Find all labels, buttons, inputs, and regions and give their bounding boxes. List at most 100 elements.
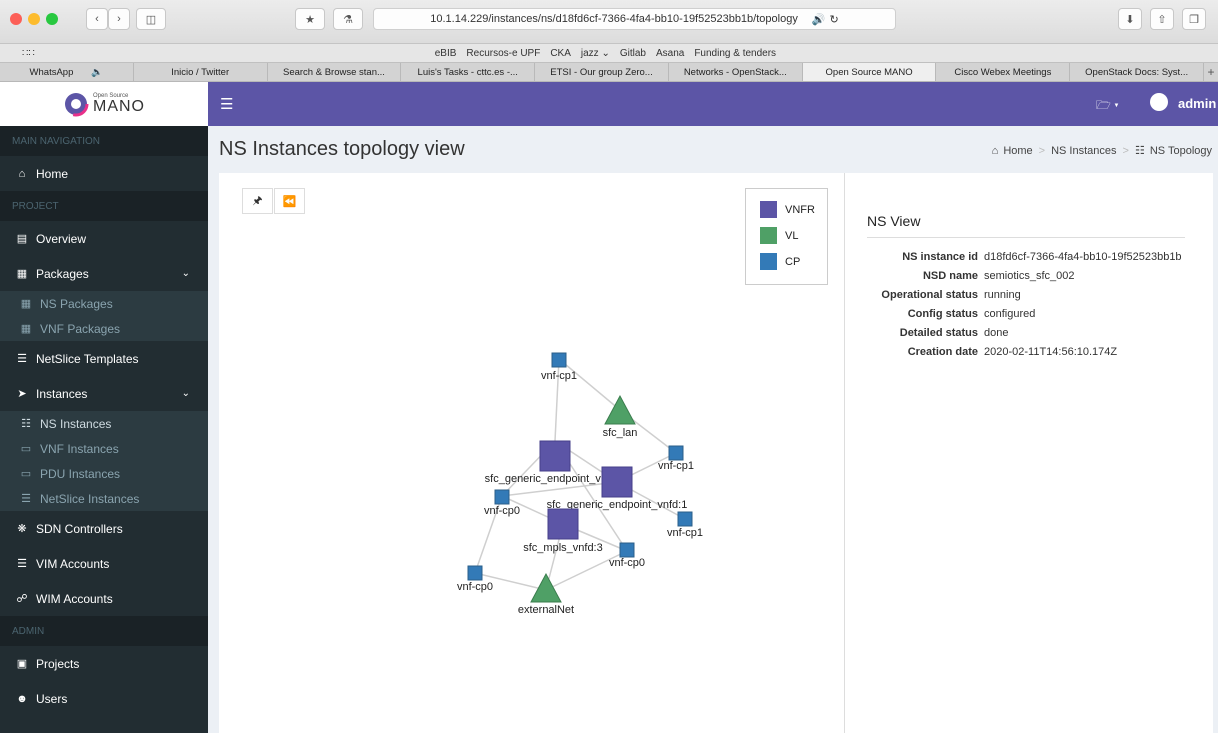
browser-tab-active[interactable]: Open Source MANO (802, 63, 937, 81)
bookmark-item[interactable]: jazz ⌄ (581, 48, 610, 59)
browser-tab[interactable]: Networks - OpenStack... (669, 63, 803, 81)
top-navbar: ☰ 🗁 ▾ admin (208, 82, 1218, 126)
sidebar-item-home[interactable]: ⌂ Home (0, 156, 208, 191)
archive-icon: ▦ (16, 268, 28, 280)
sidebar-item-vim-accounts[interactable]: ☰ VIM Accounts (0, 546, 208, 581)
main-content: NS Instances topology view ⌂ Home > NS I… (208, 126, 1218, 733)
sidebar-item-vnf-packages[interactable]: ▦ VNF Packages (0, 316, 208, 341)
audio-icon[interactable]: 🔊 (812, 13, 826, 26)
network-icon: ❋ (17, 523, 27, 535)
ns-detail-row: Detailed status done (899, 327, 1009, 339)
breadcrumb-ns-instances[interactable]: NS Instances (1051, 145, 1116, 157)
vl-node-sfc-lan[interactable] (604, 394, 636, 425)
bookmarks-bar: ∷∷ eBIB Recursos-e UPF CKA jazz ⌄ Gitlab… (0, 44, 1218, 62)
sidebar-header-project: PROJECT (0, 191, 208, 221)
sidebar-item-users[interactable]: ☻ Users (0, 681, 208, 716)
reload-icon[interactable]: ↻ (830, 13, 839, 26)
browser-tabs: WhatsApp 🔈 Inicio / Twitter Search & Brow… (0, 62, 1218, 82)
forward-button[interactable]: › (108, 8, 130, 30)
audio-icon[interactable]: 🔈 (91, 67, 103, 78)
logo-title: MANO (93, 98, 145, 115)
sidebar-item-overview[interactable]: ▤ Overview (0, 221, 208, 256)
tabs-overview-button[interactable]: ❐ (1182, 8, 1206, 30)
sidebar-item-instances[interactable]: ➤ Instances ⌄ (0, 376, 208, 411)
browser-tab[interactable]: Inicio / Twitter (134, 63, 268, 81)
address-bar[interactable]: 10.1.14.229/instances/ns/d18fd6cf-7366-4… (373, 8, 896, 30)
topology-graph[interactable]: vnf-cp1 sfc_lan vnf-cp1 sfc_generic_endp… (219, 173, 839, 733)
accessibility-icon[interactable]: ⚗ (333, 8, 363, 30)
breadcrumb-home[interactable]: Home (1003, 145, 1032, 157)
archive-icon: ▦ (20, 298, 32, 310)
node-label: sfc_lan (603, 427, 638, 439)
browser-tab[interactable]: Luis's Tasks - cttc.es -... (401, 63, 536, 81)
bookmark-item[interactable]: Gitlab (620, 48, 646, 59)
node-label: vnf-cp0 (609, 557, 645, 569)
share-button[interactable]: ⇧ (1150, 8, 1174, 30)
minimize-window-button[interactable] (28, 13, 40, 25)
apps-grid-icon[interactable]: ∷∷ (22, 48, 35, 59)
users-icon: ☻ (16, 692, 28, 705)
sidebar-item-wim-accounts[interactable]: ☍ WIM Accounts (0, 581, 208, 616)
bookmark-item[interactable]: Funding & tenders (694, 48, 776, 59)
zoom-window-button[interactable] (46, 13, 58, 25)
node-label: externalNet (518, 604, 574, 616)
ns-detail-row: NS instance id d18fd6cf-7366-4fa4-bb10-19… (902, 251, 1182, 263)
node-label: vnf-cp1 (541, 370, 577, 382)
home-icon: ⌂ (991, 144, 999, 157)
new-tab-button[interactable]: + (1204, 63, 1218, 81)
browser-tab[interactable]: ETSI - Our group Zero... (535, 63, 669, 81)
sidebar-item-ns-instances[interactable]: ☷ NS Instances (0, 411, 208, 436)
ns-view-title: NS View (867, 213, 1185, 238)
sidebar-item-sdn-controllers[interactable]: ❋ SDN Controllers (0, 511, 208, 546)
sidebar-item-projects[interactable]: ▣ Projects (0, 646, 208, 681)
bookmark-item[interactable]: CKA (550, 48, 571, 59)
bookmark-item[interactable]: Recursos-e UPF (466, 48, 540, 59)
network-wired-icon: ☍ (16, 593, 28, 605)
vnfr-node-mpls-3[interactable] (547, 508, 579, 540)
breadcrumb: ⌂ Home > NS Instances > ☷ NS Topology (991, 144, 1212, 158)
logo[interactable]: Open Source MANO (0, 82, 208, 126)
sidebar-item-netslice-instances[interactable]: ☰ NetSlice Instances (0, 486, 208, 511)
cp-node-vnf-cp0-left[interactable] (494, 489, 510, 505)
chevron-down-icon: ⌄ (181, 388, 190, 399)
layers-icon: ☰ (21, 493, 31, 505)
cp-node-vnf-cp0-bottom-left[interactable] (467, 565, 483, 581)
ns-detail-row: Creation date 2020-02-11T14:56:10.174Z (907, 346, 1118, 358)
file-icon: ▤ (16, 233, 28, 245)
browser-tab[interactable]: WhatsApp 🔈 (0, 63, 134, 81)
hamburger-menu-icon[interactable]: ☰ (220, 95, 233, 113)
back-button[interactable]: ‹ (86, 8, 108, 30)
browser-tab[interactable]: OpenStack Docs: Syst... (1070, 63, 1205, 81)
vnfr-node-generic-1[interactable] (601, 466, 633, 498)
sidebar-item-ns-packages[interactable]: ▦ NS Packages (0, 291, 208, 316)
cp-node-vnf-cp1-bottom-right[interactable] (677, 511, 693, 527)
bookmark-item[interactable]: eBIB (435, 48, 457, 59)
folder-dropdown-icon[interactable]: 🗁 ▾ (1096, 96, 1119, 117)
sidebar-item-packages[interactable]: ▦ Packages ⌄ (0, 256, 208, 291)
node-label: vnf-cp0 (484, 505, 520, 517)
folder-icon: ▣ (16, 658, 28, 670)
home-icon: ⌂ (18, 167, 26, 180)
sidebar-toggle-button[interactable]: ◫ (136, 8, 166, 30)
browser-tab[interactable]: Cisco Webex Meetings (936, 63, 1071, 81)
cp-node-vnf-cp0-right[interactable] (619, 542, 635, 558)
archive-icon: ▦ (20, 323, 32, 335)
user-name[interactable]: admin (1178, 96, 1216, 111)
vnfr-node-generic-2[interactable] (539, 440, 571, 472)
sidebar-item-netslice-templates[interactable]: ☰ NetSlice Templates (0, 341, 208, 376)
sidebar-item-vnf-instances[interactable]: ▭ VNF Instances (0, 436, 208, 461)
cp-node-vnf-cp1-top[interactable] (551, 352, 567, 368)
downloads-button[interactable]: ⬇ (1118, 8, 1142, 30)
reader-icon[interactable]: ★ (295, 8, 325, 30)
close-window-button[interactable] (10, 13, 22, 25)
sidebar-item-pdu-instances[interactable]: ▭ PDU Instances (0, 461, 208, 486)
browser-tab[interactable]: Search & Browse stan... (268, 63, 402, 81)
hdd-icon: ▭ (20, 468, 32, 480)
browser-toolbar: ‹ › ◫ ★ ⚗ 10.1.14.229/instances/ns/d18fd… (0, 0, 1218, 44)
chevron-down-icon: ⌄ (181, 268, 190, 279)
page-title: NS Instances topology view (219, 138, 465, 160)
user-avatar-icon[interactable] (1150, 93, 1168, 111)
bookmark-item[interactable]: Asana (656, 48, 684, 59)
cp-node-vnf-cp1-right[interactable] (668, 445, 684, 461)
node-label: vnf-cp1 (667, 527, 703, 539)
